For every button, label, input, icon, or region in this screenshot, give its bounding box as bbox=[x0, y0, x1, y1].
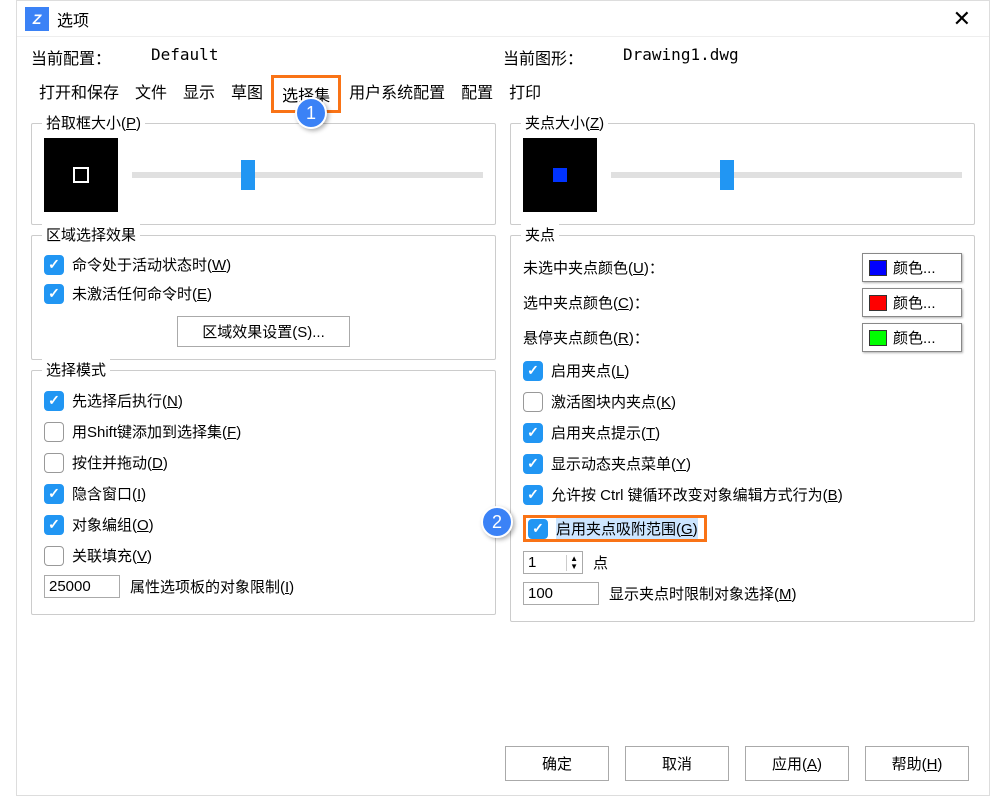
select-mode-title: 选择模式 bbox=[42, 359, 110, 380]
snap-range-spinner[interactable]: 1 ▲▼ bbox=[523, 551, 583, 574]
gripsize-group: 夹点大小(Z) bbox=[510, 123, 975, 225]
current-profile-value: Default bbox=[151, 45, 218, 69]
right-column: 夹点大小(Z) 夹点 未选中夹点颜色(U)： 颜色... 选中夹点颜色(C)： bbox=[510, 123, 975, 622]
gripsize-preview bbox=[523, 138, 597, 212]
tab-profile[interactable]: 配置 bbox=[453, 75, 501, 107]
apply-button[interactable]: 应用(A) bbox=[745, 746, 849, 781]
grip-limit-input[interactable] bbox=[523, 582, 599, 605]
pickbox-slider[interactable] bbox=[132, 172, 483, 178]
dynamic-menu-label: 显示动态夹点菜单(Y) bbox=[551, 453, 691, 474]
color-swatch-hover bbox=[869, 330, 887, 346]
app-icon: Z bbox=[25, 7, 49, 31]
prop-limit-input[interactable] bbox=[44, 575, 120, 598]
color-swatch-unselected bbox=[869, 260, 887, 276]
grips-title: 夹点 bbox=[521, 224, 559, 245]
grip-tips-label: 启用夹点提示(T) bbox=[551, 422, 660, 443]
pickbox-title: 拾取框大小(P) bbox=[42, 112, 145, 133]
hover-color-button[interactable]: 颜色... bbox=[862, 323, 962, 352]
check-object-group[interactable] bbox=[44, 515, 64, 535]
spinner-arrows-icon[interactable]: ▲▼ bbox=[566, 555, 578, 571]
tab-sketch[interactable]: 草图 bbox=[223, 75, 271, 107]
unselected-color-label: 未选中夹点颜色(U)： bbox=[523, 257, 846, 278]
check-implied-window[interactable] bbox=[44, 484, 64, 504]
gripsize-title: 夹点大小(Z) bbox=[521, 112, 608, 133]
check-enable-grips[interactable] bbox=[523, 361, 543, 381]
window-title: 选项 bbox=[57, 7, 943, 31]
shift-add-label: 用Shift键添加到选择集(F) bbox=[72, 421, 241, 442]
check-cmd-active[interactable] bbox=[44, 255, 64, 275]
options-dialog: Z 选项 ✕ 当前配置： Default 当前图形： Drawing1.dwg … bbox=[16, 0, 990, 796]
select-mode-group: 选择模式 先选择后执行(N) 用Shift键添加到选择集(F) 按住并拖动(D)… bbox=[31, 370, 496, 615]
current-drawing-label: 当前图形： bbox=[503, 45, 583, 69]
block-grips-label: 激活图块内夹点(K) bbox=[551, 391, 676, 412]
check-grip-tips[interactable] bbox=[523, 423, 543, 443]
cmd-inactive-label: 未激活任何命令时(E) bbox=[72, 283, 212, 304]
tab-print[interactable]: 打印 bbox=[501, 75, 549, 107]
callout-1: 1 bbox=[295, 97, 327, 129]
check-assoc-hatch[interactable] bbox=[44, 546, 64, 566]
assoc-hatch-label: 关联填充(V) bbox=[72, 545, 152, 566]
ctrl-cycle-label: 允许按 Ctrl 键循环改变对象编辑方式行为(B) bbox=[551, 484, 843, 505]
check-block-grips[interactable] bbox=[523, 392, 543, 412]
left-column: 拾取框大小(P) 区域选择效果 命令处于活动状态时(W) 未激活任何命令时(E)… bbox=[31, 123, 496, 622]
callout-2: 2 bbox=[481, 506, 513, 538]
current-drawing-value: Drawing1.dwg bbox=[623, 45, 739, 69]
check-press-drag[interactable] bbox=[44, 453, 64, 473]
check-snap-range[interactable] bbox=[528, 519, 548, 539]
content-area: 拾取框大小(P) 区域选择效果 命令处于活动状态时(W) 未激活任何命令时(E)… bbox=[17, 113, 989, 632]
current-profile-label: 当前配置： bbox=[31, 45, 111, 69]
close-icon[interactable]: ✕ bbox=[943, 2, 981, 36]
implied-window-label: 隐含窗口(I) bbox=[72, 483, 146, 504]
check-dynamic-menu[interactable] bbox=[523, 454, 543, 474]
tab-user-pref[interactable]: 用户系统配置 bbox=[341, 75, 453, 107]
region-effect-title: 区域选择效果 bbox=[42, 224, 140, 245]
color-swatch-selected bbox=[869, 295, 887, 311]
press-drag-label: 按住并拖动(D) bbox=[72, 452, 168, 473]
snap-range-highlight: 启用夹点吸附范围(G) bbox=[523, 515, 707, 542]
enable-grips-label: 启用夹点(L) bbox=[551, 360, 629, 381]
object-group-label: 对象编组(O) bbox=[72, 514, 154, 535]
selected-color-button[interactable]: 颜色... bbox=[862, 288, 962, 317]
hover-color-label: 悬停夹点颜色(R)： bbox=[523, 327, 846, 348]
cancel-button[interactable]: 取消 bbox=[625, 746, 729, 781]
cmd-active-label: 命令处于活动状态时(W) bbox=[72, 254, 231, 275]
noun-verb-label: 先选择后执行(N) bbox=[72, 390, 183, 411]
region-effect-group: 区域选择效果 命令处于活动状态时(W) 未激活任何命令时(E) 区域效果设置(S… bbox=[31, 235, 496, 360]
ok-button[interactable]: 确定 bbox=[505, 746, 609, 781]
region-settings-button[interactable]: 区域效果设置(S)... bbox=[177, 316, 350, 347]
profile-info-row: 当前配置： Default 当前图形： Drawing1.dwg bbox=[17, 37, 989, 75]
tab-open-save[interactable]: 打开和保存 bbox=[31, 75, 127, 107]
snap-range-label: 启用夹点吸附范围(G) bbox=[556, 518, 698, 539]
grip-limit-label: 显示夹点时限制对象选择(M) bbox=[609, 583, 797, 604]
range-unit-label: 点 bbox=[593, 552, 608, 573]
tab-file[interactable]: 文件 bbox=[127, 75, 175, 107]
pickbox-preview bbox=[44, 138, 118, 212]
unselected-color-button[interactable]: 颜色... bbox=[862, 253, 962, 282]
prop-limit-label: 属性选项板的对象限制(I) bbox=[130, 576, 294, 597]
gripsize-slider[interactable] bbox=[611, 172, 962, 178]
grips-group: 夹点 未选中夹点颜色(U)： 颜色... 选中夹点颜色(C)： 颜色... bbox=[510, 235, 975, 622]
tab-display[interactable]: 显示 bbox=[175, 75, 223, 107]
check-shift-add[interactable] bbox=[44, 422, 64, 442]
footer-buttons: 确定 取消 应用(A) 帮助(H) bbox=[505, 746, 969, 781]
check-noun-verb[interactable] bbox=[44, 391, 64, 411]
check-ctrl-cycle[interactable] bbox=[523, 485, 543, 505]
titlebar: Z 选项 ✕ bbox=[17, 1, 989, 37]
tab-bar: 打开和保存 文件 显示 草图 选择集 用户系统配置 配置 打印 1 bbox=[17, 75, 989, 113]
pickbox-group: 拾取框大小(P) bbox=[31, 123, 496, 225]
selected-color-label: 选中夹点颜色(C)： bbox=[523, 292, 846, 313]
help-button[interactable]: 帮助(H) bbox=[865, 746, 969, 781]
check-cmd-inactive[interactable] bbox=[44, 284, 64, 304]
